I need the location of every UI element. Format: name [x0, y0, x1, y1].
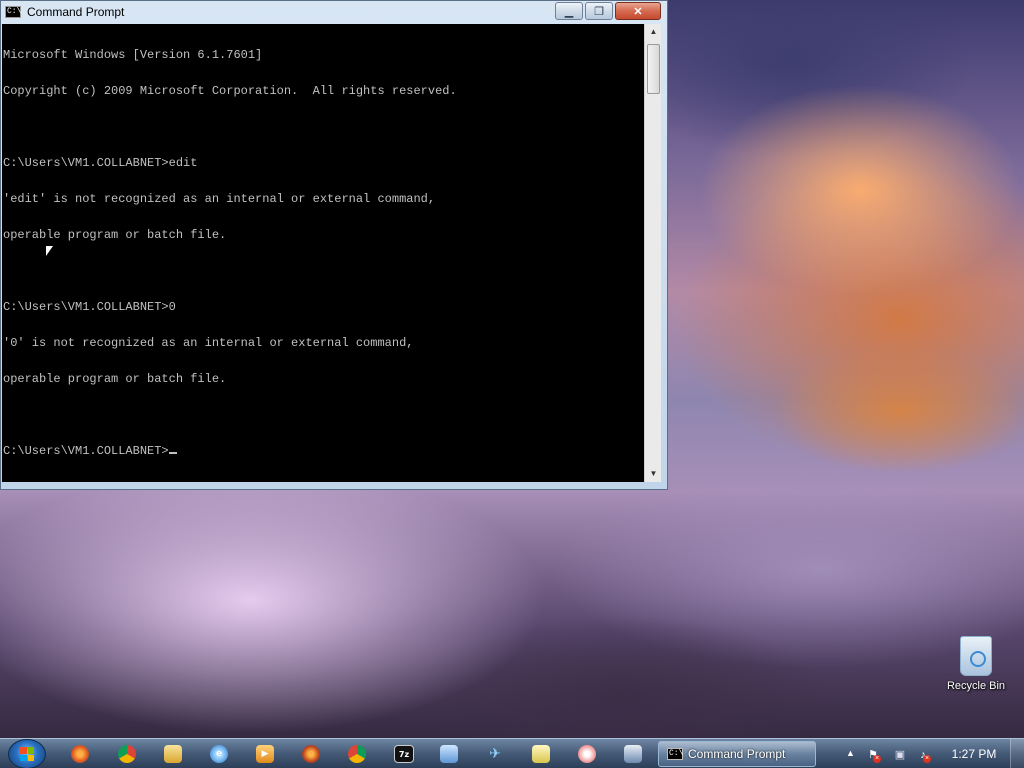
scroll-down-arrow-icon[interactable]: ▼	[645, 466, 662, 482]
show-desktop-button[interactable]	[1010, 739, 1024, 768]
console-output[interactable]: Microsoft Windows [Version 6.1.7601] Cop…	[2, 24, 644, 482]
chrome-alt-icon[interactable]	[348, 745, 366, 763]
taskbar-button-command-prompt[interactable]: C:\ Command Prompt	[658, 741, 816, 767]
command-prompt-window[interactable]: C:\ Command Prompt ▁ ❐ ✕ Microsoft Windo…	[0, 0, 668, 490]
windows-logo-icon	[20, 747, 34, 761]
window-titlebar[interactable]: C:\ Command Prompt ▁ ❐ ✕	[1, 1, 667, 23]
minimize-button[interactable]: ▁	[555, 2, 583, 20]
console-prompt: C:\Users\VM1.COLLABNET>	[3, 444, 169, 458]
tool-icon[interactable]	[624, 745, 642, 763]
recycle-bin-icon	[960, 636, 992, 676]
clock[interactable]: 1:27 PM	[944, 739, 1004, 768]
start-button[interactable]	[8, 739, 46, 768]
text-cursor	[168, 452, 177, 454]
mouse-pointer-icon	[46, 246, 53, 256]
taskbar: e ▶ 7z ✈ C:\ Command Prompt ▲ ⚑ × ▣ ♪ × 1:…	[0, 738, 1024, 768]
console-prompt-line[interactable]: C:\Users\VM1.COLLABNET>	[3, 445, 643, 457]
console-line: operable program or batch file.	[3, 372, 227, 386]
network-status-icon[interactable]: ▣	[893, 748, 907, 762]
command-prompt-icon: C:\	[667, 748, 684, 760]
desktop-icon-recycle-bin[interactable]: Recycle Bin	[940, 636, 1012, 692]
console-line: C:\Users\VM1.COLLABNET>0	[3, 300, 176, 314]
console-line: Copyright (c) 2009 Microsoft Corporation…	[3, 84, 457, 98]
plane-icon[interactable]: ✈	[486, 745, 504, 763]
show-hidden-icons-icon[interactable]: ▲	[846, 748, 855, 758]
close-button[interactable]: ✕	[615, 2, 661, 20]
media-player-icon[interactable]: ▶	[256, 745, 274, 763]
action-center-icon[interactable]: ⚑ ×	[866, 748, 881, 763]
scroll-up-arrow-icon[interactable]: ▲	[645, 24, 662, 40]
network-icon[interactable]	[440, 745, 458, 763]
scroll-thumb[interactable]	[647, 44, 660, 94]
console-line: Microsoft Windows [Version 6.1.7601]	[3, 48, 263, 62]
window-title: Command Prompt	[27, 5, 125, 19]
chrome-icon[interactable]	[118, 745, 136, 763]
desktop-icon-label: Recycle Bin	[946, 680, 1006, 692]
command-prompt-icon: C:\	[5, 6, 22, 18]
console-line: C:\Users\VM1.COLLABNET>edit	[3, 156, 198, 170]
window-controls: ▁ ❐ ✕	[553, 2, 661, 20]
console-line: 'edit' is not recognized as an internal …	[3, 192, 436, 206]
console-line: operable program or batch file.	[3, 228, 227, 242]
vertical-scrollbar[interactable]: ▲ ▼	[644, 24, 661, 482]
taskbar-button-label: Command Prompt	[688, 747, 786, 761]
7zip-icon[interactable]: 7z	[394, 745, 414, 763]
console-line: '0' is not recognized as an internal or …	[3, 336, 414, 350]
notes-icon[interactable]	[532, 745, 550, 763]
maximize-button[interactable]: ❐	[585, 2, 613, 20]
windows-explorer-icon[interactable]	[164, 745, 182, 763]
internet-explorer-icon[interactable]: e	[210, 745, 228, 763]
firefox-icon[interactable]	[71, 745, 89, 763]
volume-icon[interactable]: ♪ ×	[916, 748, 931, 763]
paint-icon[interactable]	[578, 745, 596, 763]
firefox-alt-icon[interactable]	[302, 745, 320, 763]
